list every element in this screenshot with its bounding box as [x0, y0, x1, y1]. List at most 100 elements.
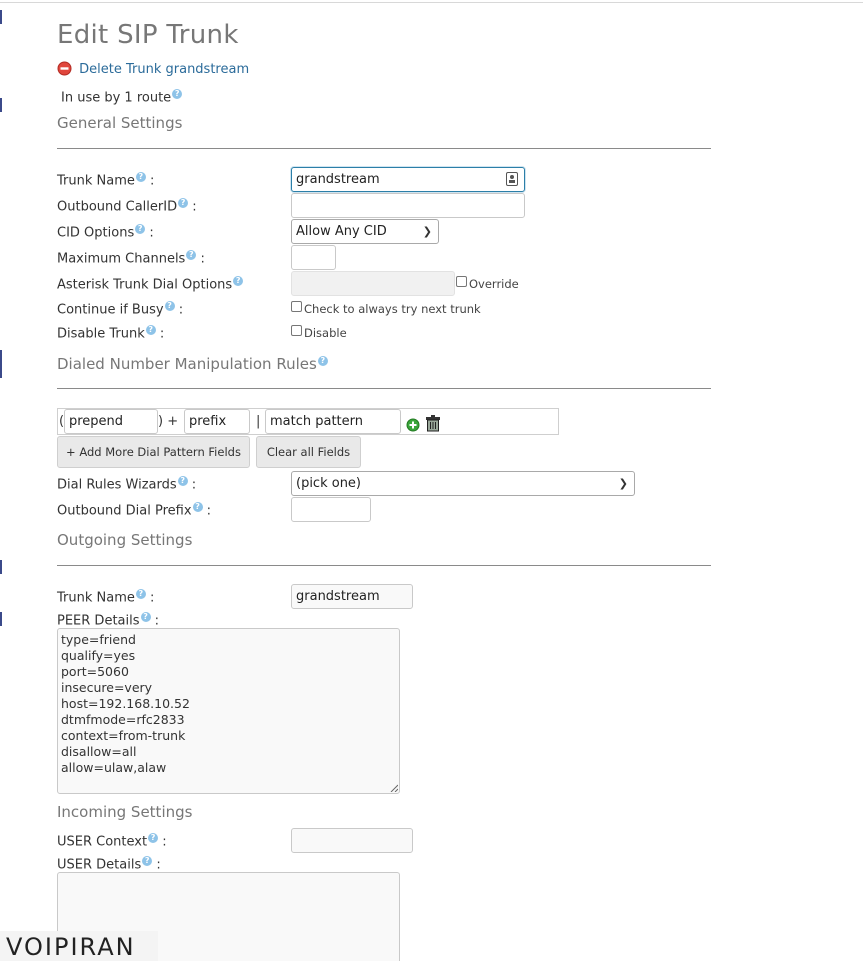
delete-trunk-label: Delete Trunk grandstream [79, 62, 250, 77]
colon: : [162, 834, 167, 850]
close-paren-plus: ) + [158, 414, 179, 429]
peer-detail-line: context=from-trunk [61, 728, 186, 743]
left-edge-marker [0, 612, 2, 626]
user-context-text: USER Context [57, 834, 148, 850]
colon: : [150, 173, 155, 189]
left-edge-marker [0, 350, 2, 378]
help-icon[interactable]: ? [145, 325, 156, 335]
section-divider [57, 565, 711, 566]
trash-icon[interactable] [425, 415, 441, 432]
delete-icon [57, 61, 72, 76]
outbound-callerid-input[interactable] [291, 193, 525, 218]
max-channels-text: Maximum Channels [57, 251, 186, 267]
in-use-label: In use by 1 route [61, 90, 172, 106]
colon: : [206, 503, 212, 519]
left-edge-marker [0, 10, 2, 24]
override-label: Override [469, 277, 519, 291]
help-icon[interactable]: ? [192, 502, 203, 512]
trunk-name-label: Trunk Name? : [57, 172, 154, 188]
help-icon[interactable]: ? [142, 856, 153, 866]
resize-grip-icon[interactable] [390, 784, 398, 792]
peer-details-label: PEER Details? : [57, 612, 159, 628]
continue-busy-option: Check to always try next trunk [304, 302, 481, 316]
colon: : [159, 326, 165, 342]
colon: : [150, 590, 155, 606]
peer-details-textarea[interactable]: type=friend qualify=yes port=5060 insecu… [57, 628, 400, 794]
help-icon[interactable]: ? [135, 172, 146, 182]
help-icon[interactable]: ? [177, 476, 188, 486]
peer-details-text: PEER Details [57, 613, 140, 629]
help-icon[interactable]: ? [317, 356, 328, 366]
peer-detail-line: insecure=very [61, 680, 153, 695]
peer-detail-line: qualify=yes [61, 648, 136, 663]
prepend-input[interactable]: prepend [64, 409, 158, 434]
clear-all-fields-button[interactable]: Clear all Fields [256, 436, 361, 468]
user-context-label: USER Context? : [57, 833, 167, 849]
override-checkbox[interactable] [456, 276, 467, 287]
general-settings-heading: General Settings [57, 114, 183, 132]
help-icon[interactable]: ? [164, 301, 175, 311]
continue-busy-checkbox[interactable] [291, 301, 302, 312]
section-divider [57, 148, 711, 149]
contact-card-icon[interactable] [506, 172, 518, 186]
prepend-placeholder: prepend [69, 414, 124, 429]
continue-busy-text: Continue if Busy [57, 302, 164, 318]
pipe-separator: | [256, 414, 261, 429]
watermark-logo: VOIPIRAN [0, 931, 158, 961]
dial-options-input[interactable] [291, 271, 455, 296]
continue-busy-label: Continue if Busy? : [57, 301, 183, 317]
delete-trunk-link[interactable]: Delete Trunk grandstream [57, 61, 249, 77]
peer-detail-line: allow=ulaw,alaw [61, 760, 167, 775]
trunk-name-text: Trunk Name [57, 173, 135, 189]
dial-options-label: Asterisk Trunk Dial Options? [57, 276, 244, 292]
colon: : [149, 225, 154, 241]
dial-wizards-label: Dial Rules Wizards? : [57, 476, 196, 492]
dial-rules-heading: Dialed Number Manipulation Rules? [57, 355, 328, 373]
cid-options-value: Allow Any CID [296, 224, 387, 239]
help-icon[interactable]: ? [148, 833, 159, 843]
help-icon[interactable]: ? [140, 612, 151, 622]
trunk-name-input[interactable]: grandstream [291, 167, 525, 192]
incoming-settings-heading: Incoming Settings [57, 803, 193, 821]
help-icon[interactable]: ? [178, 198, 189, 208]
dial-wizards-text: Dial Rules Wizards [57, 477, 177, 493]
outbound-prefix-input[interactable] [291, 497, 371, 522]
section-divider [57, 388, 711, 389]
left-edge-marker [0, 98, 2, 112]
help-icon[interactable]: ? [172, 89, 183, 99]
peer-detail-line: port=5060 [61, 664, 129, 679]
colon: : [154, 613, 160, 629]
prefix-input[interactable]: prefix [184, 409, 250, 434]
disable-trunk-checkbox[interactable] [291, 325, 302, 336]
peer-trunk-name-input[interactable]: grandstream [291, 584, 413, 609]
peer-trunk-name-label: Trunk Name? : [57, 589, 154, 605]
disable-option: Disable [304, 326, 347, 340]
help-icon[interactable]: ? [135, 589, 146, 599]
dial-wizards-select[interactable]: (pick one) ❯ [291, 471, 635, 496]
disable-trunk-label: Disable Trunk? : [57, 325, 164, 341]
top-divider [0, 2, 863, 3]
add-icon[interactable] [406, 418, 420, 432]
match-pattern-input[interactable]: match pattern [265, 409, 401, 434]
colon: : [156, 857, 161, 873]
outbound-prefix-text: Outbound Dial Prefix [57, 503, 192, 519]
cid-options-text: CID Options [57, 225, 135, 241]
help-icon[interactable]: ? [233, 276, 244, 286]
dial-rules-title: Dialed Number Manipulation Rules [57, 355, 317, 373]
help-icon[interactable]: ? [135, 224, 146, 234]
help-icon[interactable]: ? [186, 250, 197, 260]
peer-detail-line: host=192.168.10.52 [61, 696, 190, 711]
colon: : [178, 302, 184, 318]
outgoing-settings-heading: Outgoing Settings [57, 531, 193, 549]
in-use-text: In use by 1 route? [61, 89, 183, 106]
peer-trunk-name-text: Trunk Name [57, 590, 135, 606]
cid-options-select[interactable]: Allow Any CID ❯ [291, 219, 439, 244]
max-channels-input[interactable] [291, 245, 336, 270]
peer-detail-line: type=friend [61, 632, 136, 647]
add-more-dial-pattern-button[interactable]: + Add More Dial Pattern Fields [57, 436, 250, 468]
colon: : [192, 199, 197, 215]
dial-wizards-value: (pick one) [296, 476, 362, 491]
user-details-label: USER Details? : [57, 856, 161, 872]
peer-trunk-name-value: grandstream [296, 589, 380, 604]
user-context-input[interactable] [291, 828, 413, 853]
